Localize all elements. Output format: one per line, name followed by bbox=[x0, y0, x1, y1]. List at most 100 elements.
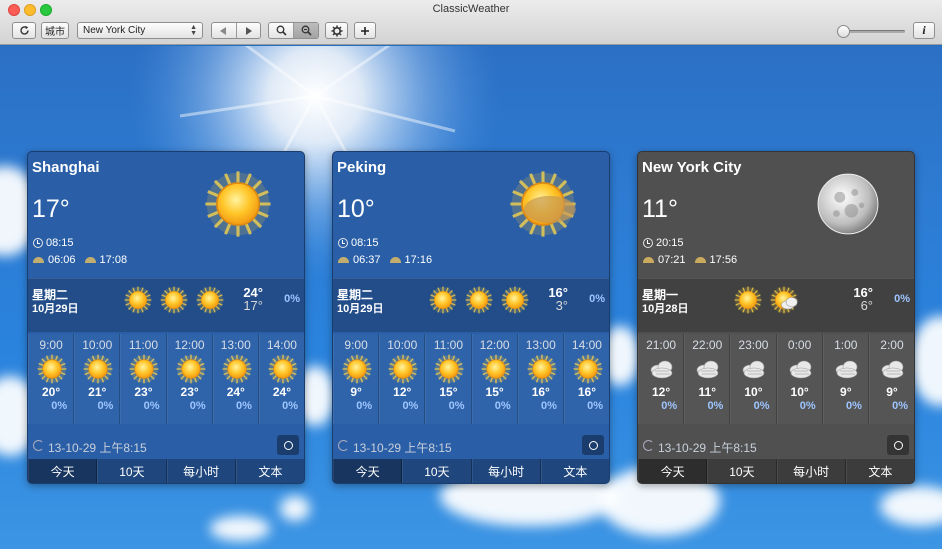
sun-times: 06:37 17:16 bbox=[338, 254, 432, 266]
tab-hourly[interactable]: 每小时 bbox=[471, 459, 541, 483]
tab-today[interactable]: 今天 bbox=[28, 459, 98, 483]
city-list-button[interactable]: 城市 bbox=[41, 22, 69, 39]
hour-cell: 2:00 9° 0% bbox=[868, 334, 914, 424]
hour-time: 14:00 bbox=[571, 338, 602, 352]
zoom-in-button[interactable] bbox=[269, 23, 294, 38]
hour-time: 1:00 bbox=[834, 338, 858, 352]
card-header: New York City 11° 20:15 07:21 17:56 bbox=[638, 152, 914, 278]
hour-temp: 24° bbox=[272, 385, 292, 399]
city-select[interactable]: New York City ▲ ▼ bbox=[77, 22, 203, 39]
hour-cell: 12:00 23° 0% bbox=[166, 334, 213, 424]
hazy-sun-icon bbox=[509, 170, 577, 238]
add-city-button[interactable] bbox=[354, 22, 376, 39]
hour-temp: 20° bbox=[42, 385, 61, 399]
day-precip: 0% bbox=[894, 293, 910, 305]
hour-precip: 0% bbox=[189, 400, 206, 412]
hour-precip: 0% bbox=[494, 400, 511, 412]
hour-temp: 12° bbox=[393, 385, 412, 399]
refresh-button[interactable] bbox=[12, 22, 36, 39]
previous-city-button[interactable] bbox=[212, 23, 237, 38]
sun-icon bbox=[268, 354, 298, 384]
sunrise-icon bbox=[338, 257, 349, 263]
day-date: 10月29日 bbox=[32, 303, 79, 315]
sunset-icon bbox=[389, 257, 401, 263]
hour-precip: 0% bbox=[282, 400, 299, 412]
refresh-icon[interactable] bbox=[643, 440, 654, 451]
tab-10-day[interactable]: 10天 bbox=[707, 459, 777, 483]
sun-icon bbox=[204, 170, 272, 238]
flip-card-button[interactable] bbox=[887, 435, 909, 455]
hour-precip: 0% bbox=[753, 400, 770, 412]
tab-hourly[interactable]: 每小时 bbox=[776, 459, 846, 483]
sun-icon bbox=[734, 286, 762, 319]
hour-time: 21:00 bbox=[646, 338, 677, 352]
local-time-value: 08:15 bbox=[351, 237, 379, 249]
sunrise-icon bbox=[643, 257, 654, 263]
sunrise-time: 07:21 bbox=[658, 254, 686, 266]
day-precip: 0% bbox=[589, 293, 605, 305]
zoom-out-button[interactable] bbox=[294, 23, 318, 38]
sun-icon bbox=[429, 286, 457, 319]
card-tabs: 今天 10天 每小时 文本 bbox=[333, 459, 609, 483]
hour-temp: 15° bbox=[439, 385, 458, 399]
sun-icon bbox=[222, 354, 252, 384]
hourly-forecast: 21:00 12° 0% 22:00 11° 0% 23:00 10° 0% 0… bbox=[638, 334, 914, 424]
current-temp: 17° bbox=[32, 195, 70, 223]
tab-text[interactable]: 文本 bbox=[540, 459, 609, 483]
sun-times: 06:06 17:08 bbox=[33, 254, 127, 266]
magnifier-icon bbox=[276, 25, 287, 36]
tab-text[interactable]: 文本 bbox=[235, 459, 304, 483]
card-footer: 13-10-29 上午8:15 bbox=[333, 431, 609, 461]
updated-time: 13-10-29 上午8:15 bbox=[658, 441, 757, 455]
plus-icon bbox=[361, 26, 369, 35]
hour-cell: 11:00 23° 0% bbox=[120, 334, 167, 424]
hour-cell: 10:00 21° 0% bbox=[74, 334, 121, 424]
hour-cell: 13:00 24° 0% bbox=[212, 334, 259, 424]
hour-temp: 15° bbox=[485, 385, 504, 399]
hour-temp: 21° bbox=[88, 385, 107, 399]
window-title: ClassicWeather bbox=[432, 3, 510, 15]
tab-text[interactable]: 文本 bbox=[845, 459, 914, 483]
sun-icon bbox=[176, 354, 206, 384]
tab-today[interactable]: 今天 bbox=[638, 459, 708, 483]
zoom-segment bbox=[268, 22, 319, 39]
settings-button[interactable] bbox=[325, 22, 348, 39]
card-footer: 13-10-29 上午8:15 bbox=[638, 431, 914, 461]
flip-card-button[interactable] bbox=[582, 435, 604, 455]
sun-icon bbox=[160, 286, 188, 319]
next-city-button[interactable] bbox=[237, 23, 261, 38]
day-date: 10月28日 bbox=[642, 303, 689, 315]
hour-cell: 14:00 24° 0% bbox=[258, 334, 304, 424]
zoom-slider-track[interactable] bbox=[843, 30, 905, 33]
day-low: 3° bbox=[555, 298, 568, 313]
tab-10-day[interactable]: 10天 bbox=[97, 459, 167, 483]
circle-icon bbox=[893, 440, 903, 450]
hour-time: 13:00 bbox=[220, 338, 251, 352]
day-low: 17° bbox=[243, 298, 263, 313]
hour-temp: 9° bbox=[840, 385, 852, 399]
hour-cell: 12:00 15° 0% bbox=[471, 334, 518, 424]
refresh-icon[interactable] bbox=[338, 440, 349, 451]
hour-cell: 11:00 15° 0% bbox=[425, 334, 472, 424]
hour-temp: 24° bbox=[226, 385, 245, 399]
tab-10-day[interactable]: 10天 bbox=[402, 459, 472, 483]
city-name: New York City bbox=[642, 159, 742, 176]
weather-card: Shanghai 17° 08:15 06:06 17:08 星期二 10月29… bbox=[27, 151, 305, 484]
hour-cell: 1:00 9° 0% bbox=[822, 334, 869, 424]
local-time: 08:15 bbox=[338, 237, 379, 249]
refresh-icon[interactable] bbox=[33, 440, 44, 451]
hour-cell: 13:00 16° 0% bbox=[517, 334, 564, 424]
day-icons bbox=[734, 286, 798, 319]
cloudy-night-icon bbox=[739, 354, 769, 384]
flip-card-button[interactable] bbox=[277, 435, 299, 455]
hour-time: 22:00 bbox=[692, 338, 723, 352]
tab-today[interactable]: 今天 bbox=[333, 459, 403, 483]
sun-icon bbox=[342, 354, 372, 384]
zoom-slider-knob[interactable] bbox=[837, 25, 850, 38]
hour-time: 10:00 bbox=[82, 338, 113, 352]
hour-precip: 0% bbox=[235, 400, 252, 412]
info-button[interactable]: i bbox=[913, 22, 935, 39]
tab-hourly[interactable]: 每小时 bbox=[166, 459, 236, 483]
hour-time: 10:00 bbox=[387, 338, 418, 352]
clock-icon bbox=[643, 238, 653, 248]
